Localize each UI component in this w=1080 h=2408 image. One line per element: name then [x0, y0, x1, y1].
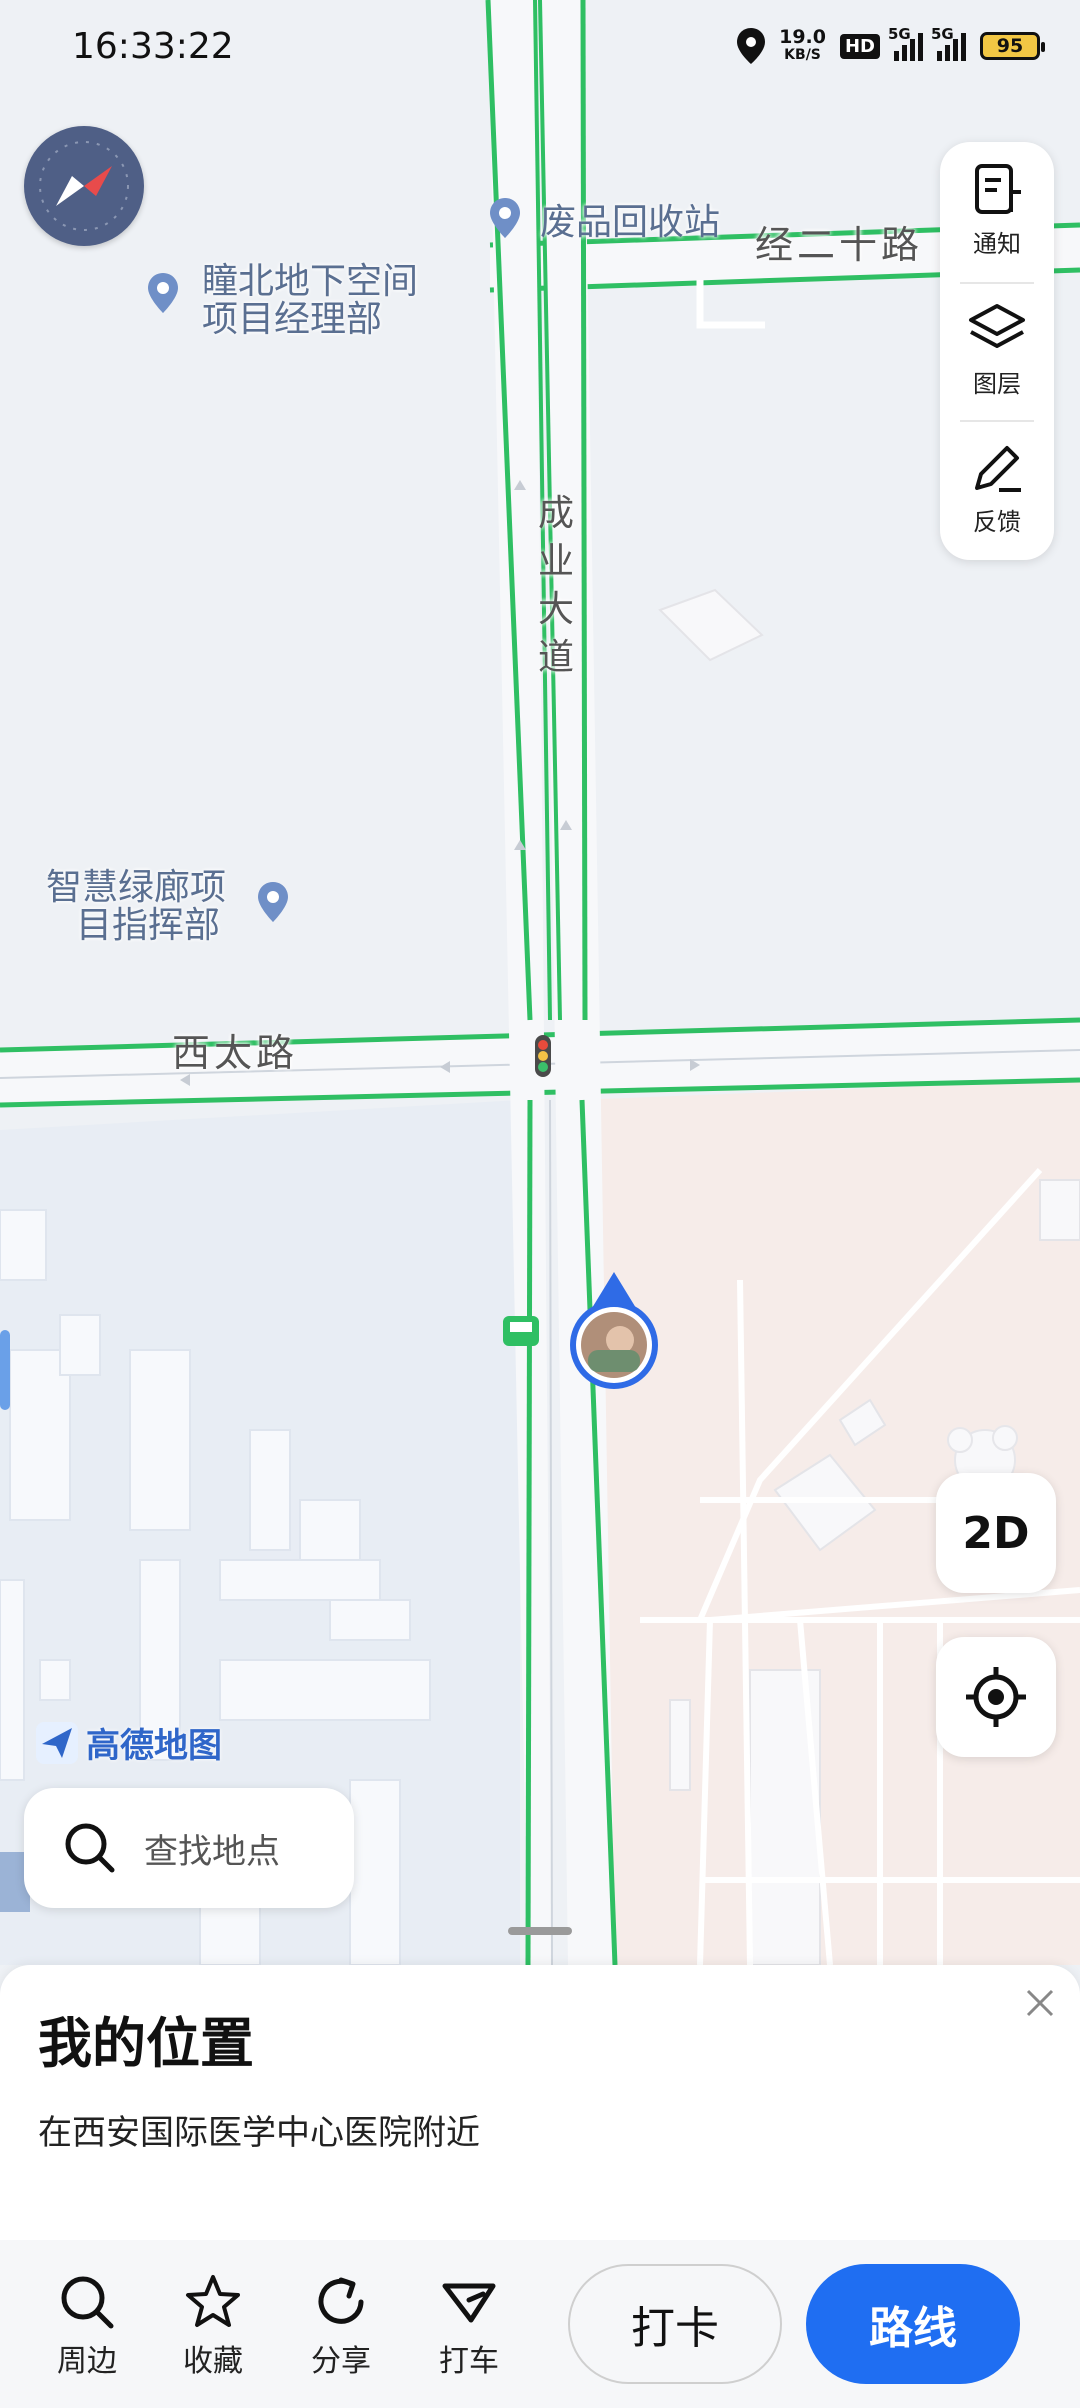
- poi-label-green-corridor-line2: 目指挥部: [76, 905, 221, 946]
- edit-pencil-icon: [975, 445, 1021, 492]
- favorites-button[interactable]: 收藏: [168, 2272, 258, 2380]
- status-time: 16:33:22: [72, 26, 234, 67]
- poi-pin-icon[interactable]: [258, 882, 288, 922]
- layers-button[interactable]: 图层: [940, 282, 1054, 418]
- feedback-button[interactable]: 反馈: [940, 420, 1054, 556]
- star-icon: [186, 2275, 240, 2327]
- crosshair-icon: [966, 1667, 1026, 1727]
- poi-pin-icon[interactable]: [490, 198, 520, 238]
- map-tools-panel: 通知 图层 反馈: [940, 142, 1054, 560]
- sheet-title: 我的位置: [38, 2012, 254, 2075]
- nearby-label: 周边: [57, 2344, 117, 2379]
- sheet-subtitle: 在西安国际医学中心医院附近: [38, 2113, 480, 2153]
- amap-logo-icon: [36, 1721, 78, 1764]
- share-button[interactable]: 分享: [296, 2272, 386, 2380]
- search-box[interactable]: 查找地点: [24, 1788, 354, 1908]
- feedback-label: 反馈: [973, 507, 1021, 536]
- layers-label: 图层: [973, 369, 1021, 398]
- nearby-button[interactable]: 周边: [42, 2272, 132, 2380]
- search-placeholder: 查找地点: [144, 1831, 280, 1872]
- share-icon: [318, 2277, 364, 2324]
- road-label-xitai: 西太路: [172, 1031, 299, 1075]
- poi-pin-icon[interactable]: [148, 273, 178, 313]
- route-button[interactable]: 路线: [806, 2264, 1020, 2384]
- road-label-chengye: 成 业 大 道: [537, 493, 574, 678]
- signal-icon: 5G: [931, 25, 966, 61]
- taxi-button[interactable]: 打车: [424, 2272, 514, 2380]
- hd-badge: HD: [839, 33, 880, 59]
- poi-label-project-office-line2[interactable]: 项目经理部: [202, 300, 382, 340]
- locate-button[interactable]: [936, 1637, 1056, 1757]
- poi-label-recycling[interactable]: 废品回收站: [540, 203, 720, 243]
- poi-label-project-office-line1[interactable]: 瞳北地下空间: [202, 262, 418, 302]
- search-icon: [61, 2276, 114, 2329]
- notify-button[interactable]: 通知: [940, 142, 1054, 278]
- taxi-icon: [442, 2283, 496, 2323]
- close-icon[interactable]: [1020, 1983, 1060, 2023]
- sheet-handle[interactable]: [508, 1927, 572, 1935]
- status-bar: 16:33:22 19.0 KB/S HD 5G 5G 95: [0, 0, 1080, 96]
- view-mode-button[interactable]: 2D: [936, 1473, 1056, 1593]
- amap-logo-text: 高德地图: [86, 1726, 222, 1766]
- status-icons: 19.0 KB/S HD 5G 5G 95: [737, 25, 1045, 64]
- compass-button[interactable]: [24, 126, 144, 246]
- share-label: 分享: [311, 2344, 371, 2379]
- poi-label-green-corridor-line1[interactable]: 智慧绿廊项: [46, 868, 226, 908]
- map-view[interactable]: 废品回收站 瞳北地下空间 项目经理部 智慧绿廊项 目指挥部 经二十路 西太路 成…: [0, 0, 1080, 1965]
- search-icon: [65, 1823, 115, 1873]
- battery-icon: 95: [980, 32, 1045, 60]
- notification-icon: [975, 163, 1021, 214]
- taxi-label: 打车: [439, 2344, 499, 2379]
- checkin-button[interactable]: 打卡: [568, 2264, 782, 2384]
- compass-icon: [39, 141, 129, 231]
- favorites-label: 收藏: [183, 2344, 243, 2379]
- net-speed: 19.0 KB/S: [779, 26, 826, 64]
- amap-logo: 高德地图: [36, 1718, 222, 1767]
- signal-icon: 5G: [888, 25, 923, 61]
- layers-icon: [969, 303, 1025, 348]
- notify-label: 通知: [973, 229, 1021, 258]
- location-icon: [737, 28, 766, 64]
- road-label-jing20: 经二十路: [755, 223, 924, 267]
